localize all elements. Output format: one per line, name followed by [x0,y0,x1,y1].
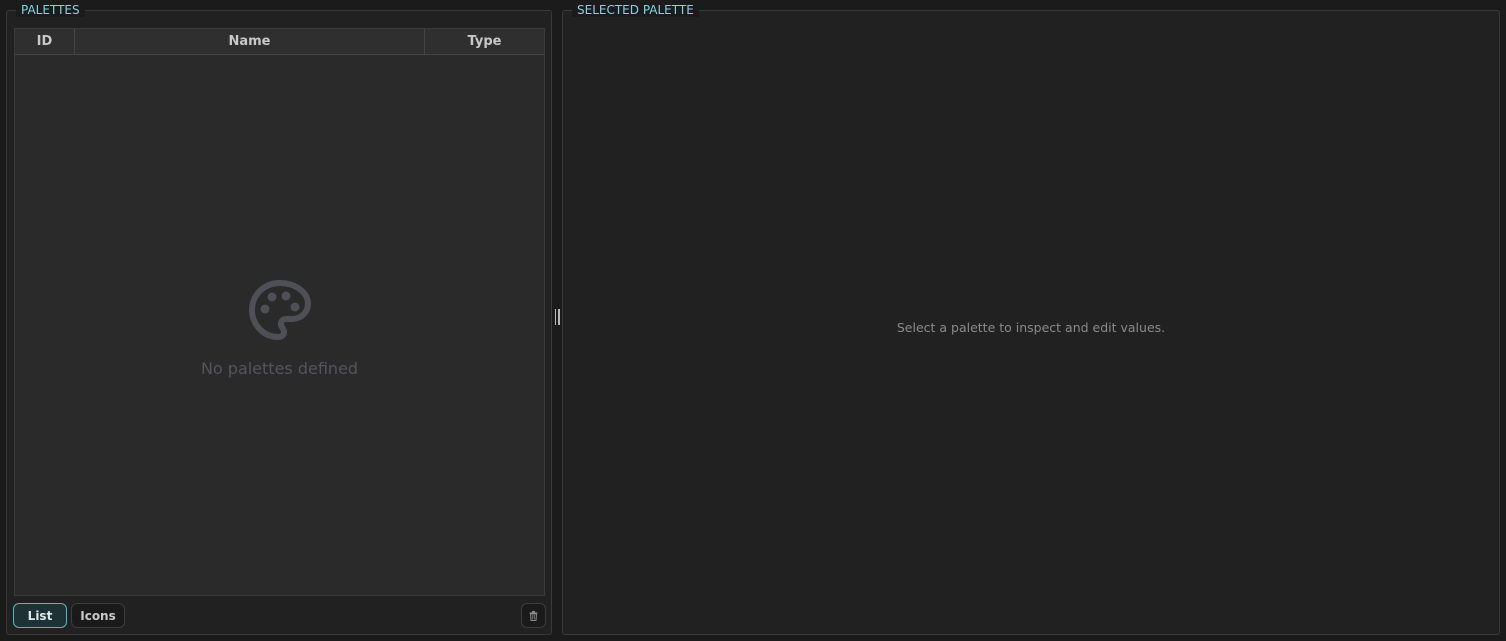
column-header-type[interactable]: Type [425,29,544,54]
splitter-handle[interactable] [553,309,561,325]
icons-view-button[interactable]: Icons [71,603,125,628]
empty-state: No palettes defined [15,279,544,378]
palette-icon [248,280,311,340]
table-header: ID Name Type [15,29,544,55]
palettes-table[interactable]: ID Name Type No palettes defined [14,28,545,596]
delete-palette-button[interactable] [521,603,546,628]
splitter-grip-line [554,309,556,325]
column-header-id[interactable]: ID [15,29,75,54]
trash-icon [529,610,538,621]
selection-hint: Select a palette to inspect and edit val… [896,320,1166,335]
list-view-button[interactable]: List [13,603,67,628]
empty-message: No palettes defined [200,359,359,378]
palettes-panel-title: PALETTES [16,3,85,17]
palette-editor: PALETTES ID Name Type No palettes define… [0,0,1506,641]
palettes-panel: PALETTES ID Name Type No palettes define… [6,3,552,635]
splitter-grip-line [558,309,560,325]
selected-palette-panel: SELECTED PALETTE Select a palette to ins… [562,3,1500,635]
selected-palette-panel-title: SELECTED PALETTE [572,3,699,17]
column-header-name[interactable]: Name [75,29,425,54]
